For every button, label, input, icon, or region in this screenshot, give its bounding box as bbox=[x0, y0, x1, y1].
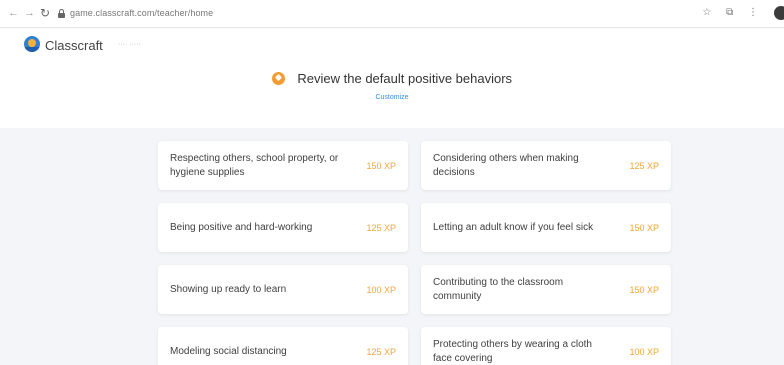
behavior-xp: 125 XP bbox=[366, 346, 396, 357]
behavior-xp: 125 XP bbox=[629, 160, 659, 171]
lock-icon bbox=[58, 9, 65, 18]
profile-avatar[interactable] bbox=[774, 6, 784, 20]
behavior-card[interactable]: Modeling social distancing 125 XP bbox=[158, 327, 408, 365]
behavior-xp: 150 XP bbox=[366, 160, 396, 171]
behavior-card[interactable]: Considering others when making decisions… bbox=[421, 141, 671, 190]
app-header: Classcraft ···· ····· Review the default… bbox=[0, 28, 784, 128]
behavior-label: Showing up ready to learn bbox=[170, 283, 287, 295]
behavior-xp: 125 XP bbox=[366, 222, 396, 233]
behavior-card[interactable]: Respecting others, school property, or h… bbox=[158, 141, 408, 190]
menu-icon[interactable]: ⋮ bbox=[748, 7, 758, 18]
forward-arrow-icon[interactable]: → bbox=[24, 7, 35, 19]
behavior-card[interactable]: Letting an adult know if you feel sick 1… bbox=[421, 203, 671, 252]
behavior-gem-icon bbox=[271, 72, 285, 86]
behavior-xp: 150 XP bbox=[629, 284, 659, 295]
behavior-label: Contributing to the classroom community bbox=[433, 276, 564, 302]
brand-subtitle: ···· ····· bbox=[118, 41, 141, 48]
behavior-card[interactable]: Showing up ready to learn 100 XP bbox=[158, 265, 408, 314]
behavior-card[interactable]: Protecting others by wearing a cloth fac… bbox=[421, 327, 671, 365]
behavior-label: Modeling social distancing bbox=[170, 345, 287, 357]
behavior-label: Being positive and hard-working bbox=[170, 221, 313, 233]
behavior-label: Considering others when making decisions bbox=[433, 152, 579, 178]
browser-actions: ☆ ⧉ ⋮ bbox=[690, 7, 758, 18]
back-arrow-icon[interactable]: ← bbox=[8, 7, 19, 19]
behavior-xp: 150 XP bbox=[629, 222, 659, 233]
brand-name: Classcraft bbox=[45, 38, 103, 53]
classcraft-logo-icon[interactable] bbox=[24, 36, 40, 52]
behavior-label: Protecting others by wearing a cloth fac… bbox=[433, 338, 592, 364]
reload-icon[interactable]: ↻ bbox=[40, 7, 50, 19]
behavior-label: Letting an adult know if you feel sick bbox=[433, 221, 594, 233]
behavior-xp: 100 XP bbox=[366, 284, 396, 295]
behavior-label: Respecting others, school property, or h… bbox=[170, 152, 339, 178]
extensions-icon[interactable]: ⧉ bbox=[726, 7, 733, 18]
behaviors-panel: Respecting others, school property, or h… bbox=[0, 128, 784, 365]
behavior-card[interactable]: Being positive and hard-working 125 XP bbox=[158, 203, 408, 252]
behavior-xp: 100 XP bbox=[629, 346, 659, 357]
browser-toolbar: ← → ↻ game.classcraft.com/teacher/home ☆… bbox=[0, 0, 784, 28]
customize-link[interactable]: Customize bbox=[0, 94, 784, 101]
page-title-row: Review the default positive behaviors bbox=[0, 70, 784, 88]
page-title: Review the default positive behaviors bbox=[297, 71, 513, 87]
star-icon[interactable]: ☆ bbox=[702, 7, 711, 18]
behavior-card[interactable]: Contributing to the classroom community … bbox=[421, 265, 671, 314]
address-bar[interactable]: game.classcraft.com/teacher/home bbox=[70, 8, 213, 18]
